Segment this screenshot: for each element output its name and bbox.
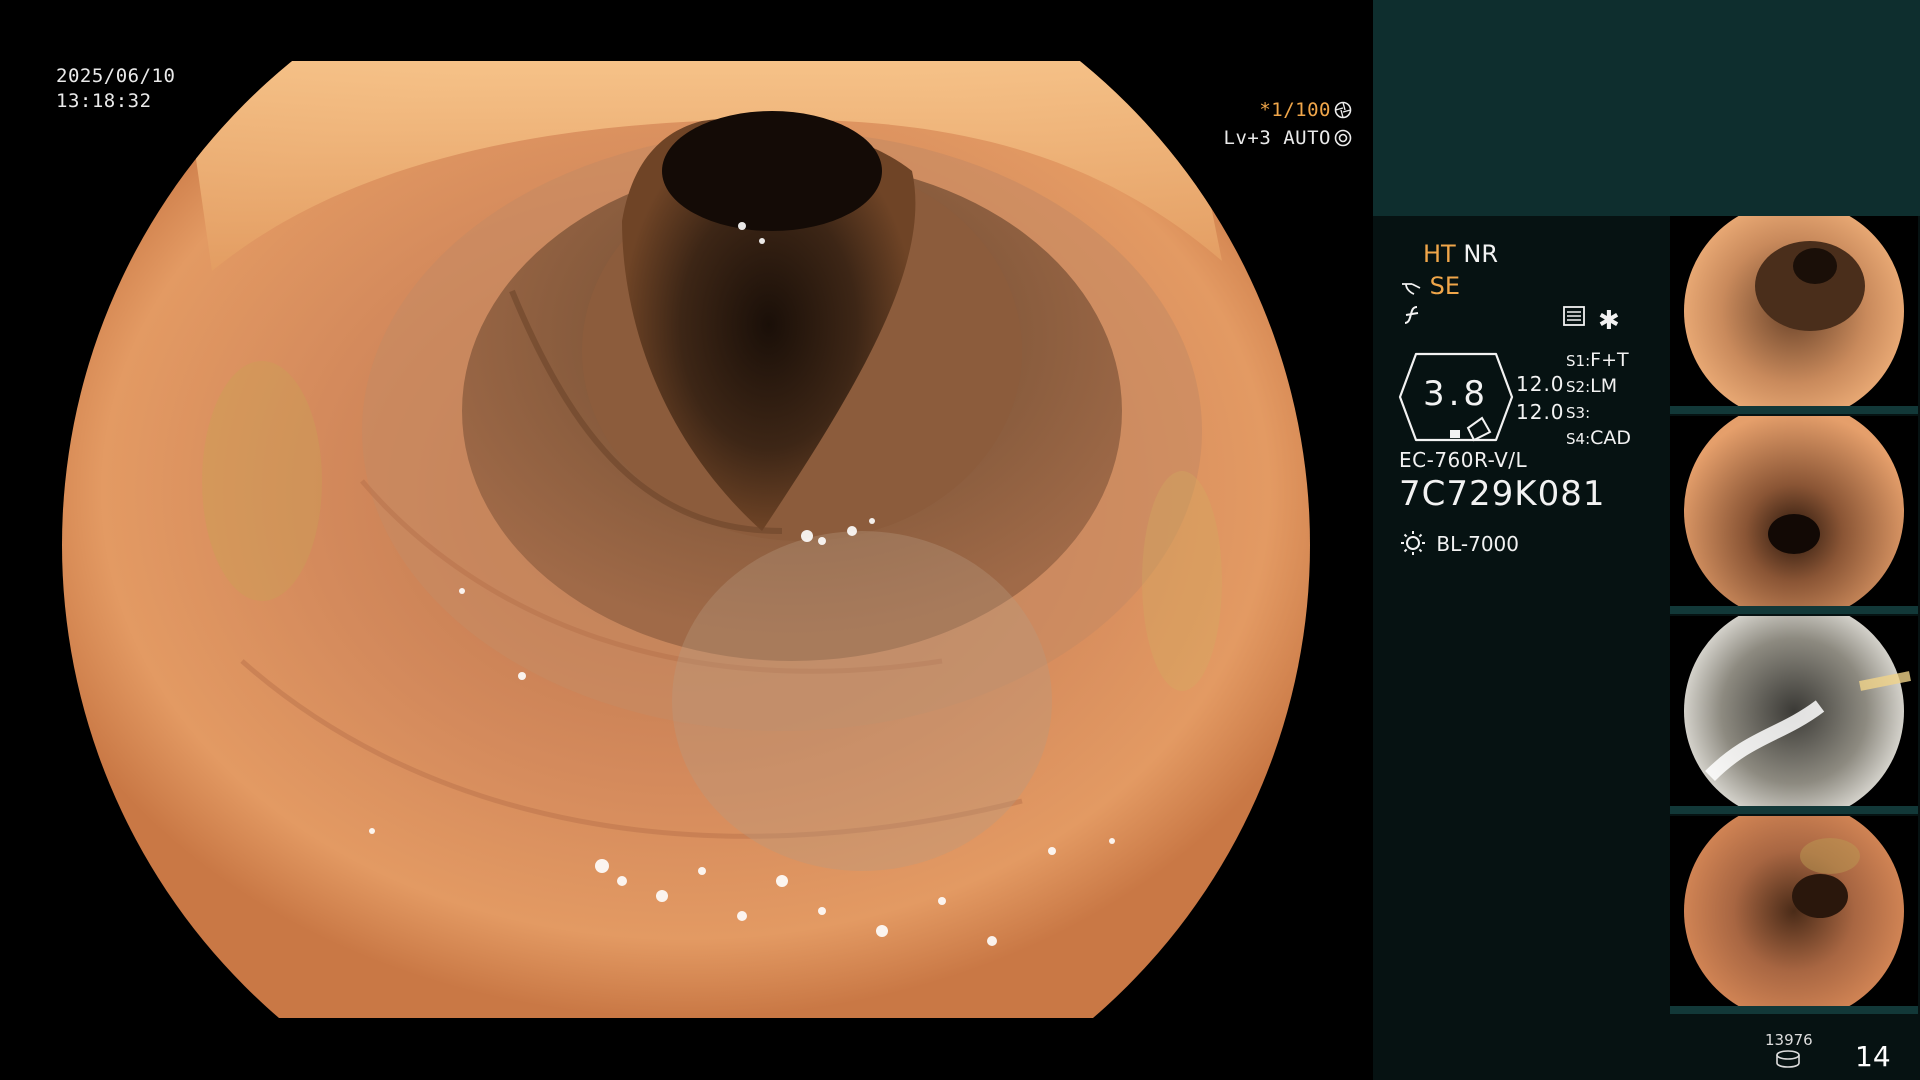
time-text: 13:18:32	[56, 90, 152, 112]
thumbnail-divider	[1670, 806, 1918, 814]
date-text: 2025/06/10	[56, 65, 176, 87]
switch-assignments: S1:F+T S2:LM S3: S4:CAD	[1566, 348, 1631, 452]
image-count: 14	[1855, 1040, 1891, 1073]
endoscope-live-view: 2025/06/10 13:18:32 *1/100 Lv+3 AUTO	[0, 0, 1372, 1080]
freeze-icon	[1402, 304, 1424, 330]
light-source-name: BL-7000	[1436, 532, 1519, 556]
exposure-settings: *1/100 Lv+3 AUTO	[1224, 98, 1352, 154]
info-panel-header	[1373, 0, 1920, 216]
se-fiber-icon	[1400, 272, 1430, 300]
se-row: SE	[1400, 272, 1460, 300]
structure-icon	[1563, 306, 1585, 330]
shutter-speed: *1/100	[1259, 99, 1331, 121]
switch-item: S4:CAD	[1566, 427, 1632, 449]
thumbnail-4[interactable]	[1670, 816, 1918, 1014]
exposure-mode: AUTO	[1283, 127, 1331, 149]
scope-model: EC-760R-V/L	[1399, 448, 1528, 472]
zoom-value: 3.8	[1422, 374, 1490, 414]
switch-item: S2:LM	[1566, 375, 1618, 397]
nr-indicator: NR	[1463, 240, 1498, 268]
thumbnail-divider	[1670, 1006, 1918, 1014]
scope-serial: 7C729K081	[1399, 474, 1606, 514]
thumbnail-divider	[1670, 606, 1918, 614]
light-values: 12.0 12.0	[1516, 370, 1565, 426]
archive-count: 13976	[1765, 1031, 1813, 1049]
thumbnail-2[interactable]	[1670, 416, 1918, 614]
thumbnail-3[interactable]	[1670, 616, 1918, 814]
thumbnail-1[interactable]	[1670, 216, 1918, 414]
iris-icon	[1334, 129, 1352, 154]
light-source: BL-7000	[1400, 530, 1519, 556]
exposure-level: Lv+3	[1223, 127, 1272, 149]
enhancement-row: HT NR	[1423, 240, 1498, 268]
thumbnail-divider	[1670, 406, 1918, 414]
se-indicator: SE	[1429, 272, 1461, 300]
ht-indicator: HT	[1423, 240, 1456, 268]
database-icon	[1775, 1050, 1801, 1072]
switch-item: S3:	[1566, 404, 1591, 422]
switch-item: S1:F+T	[1566, 349, 1629, 371]
light-bulb-icon	[1400, 531, 1436, 556]
datetime-display: 2025/06/10 13:18:32	[56, 64, 175, 114]
light-value-1: 12.0	[1516, 372, 1565, 396]
endoscope-image	[62, 61, 1310, 1018]
star-icon: ✱	[1598, 306, 1620, 336]
aperture-icon	[1334, 101, 1352, 126]
light-value-2: 12.0	[1516, 400, 1565, 424]
